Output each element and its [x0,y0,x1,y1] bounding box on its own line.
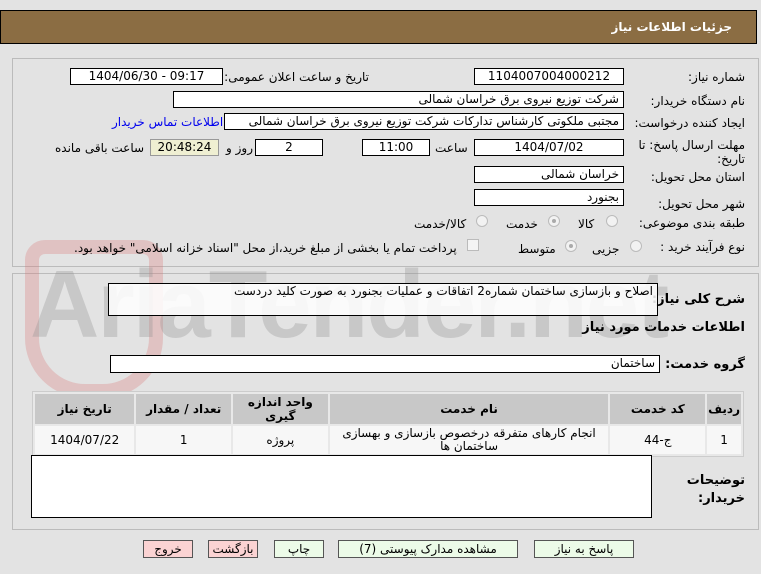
buyer-notes-textarea[interactable] [31,455,652,518]
cell-service-name: انجام کارهای متفرقه درخصوص بازسازی و بهس… [329,426,609,454]
category-option-both: کالا/خدمت [414,217,467,231]
announce-label: تاریخ و ساعت اعلان عمومی: [224,70,369,84]
payment-note: پرداخت تمام یا بخشی از مبلغ خرید،از محل … [74,241,457,255]
buyer-notes-label: توضیحات خریدار: [686,473,745,506]
summary-label: شرح کلی نیاز: [651,292,745,307]
creator-field: مجتبی ملکوتی کارشناس تدارکات شرکت توزیع … [224,113,624,130]
buyer-label: نام دستگاه خریدار: [650,94,746,108]
col-header: ردیف [707,394,741,424]
need-number-field: 1104007004000212 [474,68,624,85]
print-button[interactable]: چاپ [274,540,324,558]
deadline-time-field: 11:00 [362,139,430,156]
col-header: تاریخ نیاز [35,394,135,424]
city-field: بجنورد [474,189,624,206]
category-option-service: خدمت [506,217,538,231]
category-radio-both[interactable] [476,215,488,227]
reply-button[interactable]: پاسخ به نیاز [534,540,634,558]
province-field: خراسان شمالی [474,166,624,183]
back-button[interactable]: بازگشت [208,540,258,558]
buyer-contact-link[interactable]: اطلاعات تماس خریدار [112,115,223,129]
col-header: نام خدمت [329,394,609,424]
service-group-field: ساختمان [110,355,660,373]
services-title: اطلاعات خدمات مورد نیاز [582,320,745,335]
cell-row-number: 1 [707,426,741,454]
category-label: طبقه بندی موضوعی: [638,216,745,230]
creator-label: ایجاد کننده درخواست: [634,116,745,130]
remaining-time-field: 20:48:24 [150,139,219,156]
cell-need-date: 1404/07/22 [35,426,135,454]
deadline-label: مهلت ارسال پاسخ: تا تاریخ: [638,138,745,166]
process-label: نوع فرآیند خرید : [660,240,745,254]
service-group-label: گروه خدمت: [665,357,745,372]
remaining-label: ساعت باقی مانده [55,141,145,155]
exit-button[interactable]: خروج [143,540,193,558]
summary-textarea[interactable]: اصلاح و بازسازی ساختمان شماره2 اتفاقات و… [108,283,658,316]
attachments-button[interactable]: مشاهده مدارک پیوستی (7) [338,540,518,558]
days-field: 2 [255,139,323,156]
page-header: جزئیات اطلاعات نیاز [0,10,757,44]
page-title: جزئیات اطلاعات نیاز [611,20,732,34]
buyer-field: شرکت توزیع نیروی برق خراسان شمالی [173,91,624,108]
process-option-medium: متوسط [518,242,556,256]
col-header: تعداد / مقدار [136,394,232,424]
cell-quantity: 1 [136,426,232,454]
need-number-label: شماره نیاز: [688,70,745,84]
deadline-date-field: 1404/07/02 [474,139,624,156]
time-label: ساعت [435,141,468,155]
services-table: ردیف کد خدمت نام خدمت واحد اندازه گیری ت… [32,391,744,457]
category-radio-service[interactable] [548,215,560,227]
announce-field: 1404/06/30 - 09:17 [70,68,223,85]
category-radio-goods[interactable] [606,215,618,227]
col-header: کد خدمت [610,394,706,424]
process-option-minor: جزیی [592,242,620,256]
cell-service-code: ج-44 [610,426,706,454]
city-label: شهر محل تحویل: [658,197,745,211]
table-row: 1 ج-44 انجام کارهای متفرقه درخصوص بازساز… [35,426,741,454]
province-label: استان محل تحویل: [650,170,745,184]
category-option-goods: کالا [578,217,595,231]
col-header: واحد اندازه گیری [233,394,328,424]
process-radio-minor[interactable] [630,240,642,252]
process-radio-medium[interactable] [565,240,577,252]
cell-unit: پروژه [233,426,328,454]
payment-checkbox[interactable] [467,239,479,251]
days-label: روز و [226,141,253,155]
